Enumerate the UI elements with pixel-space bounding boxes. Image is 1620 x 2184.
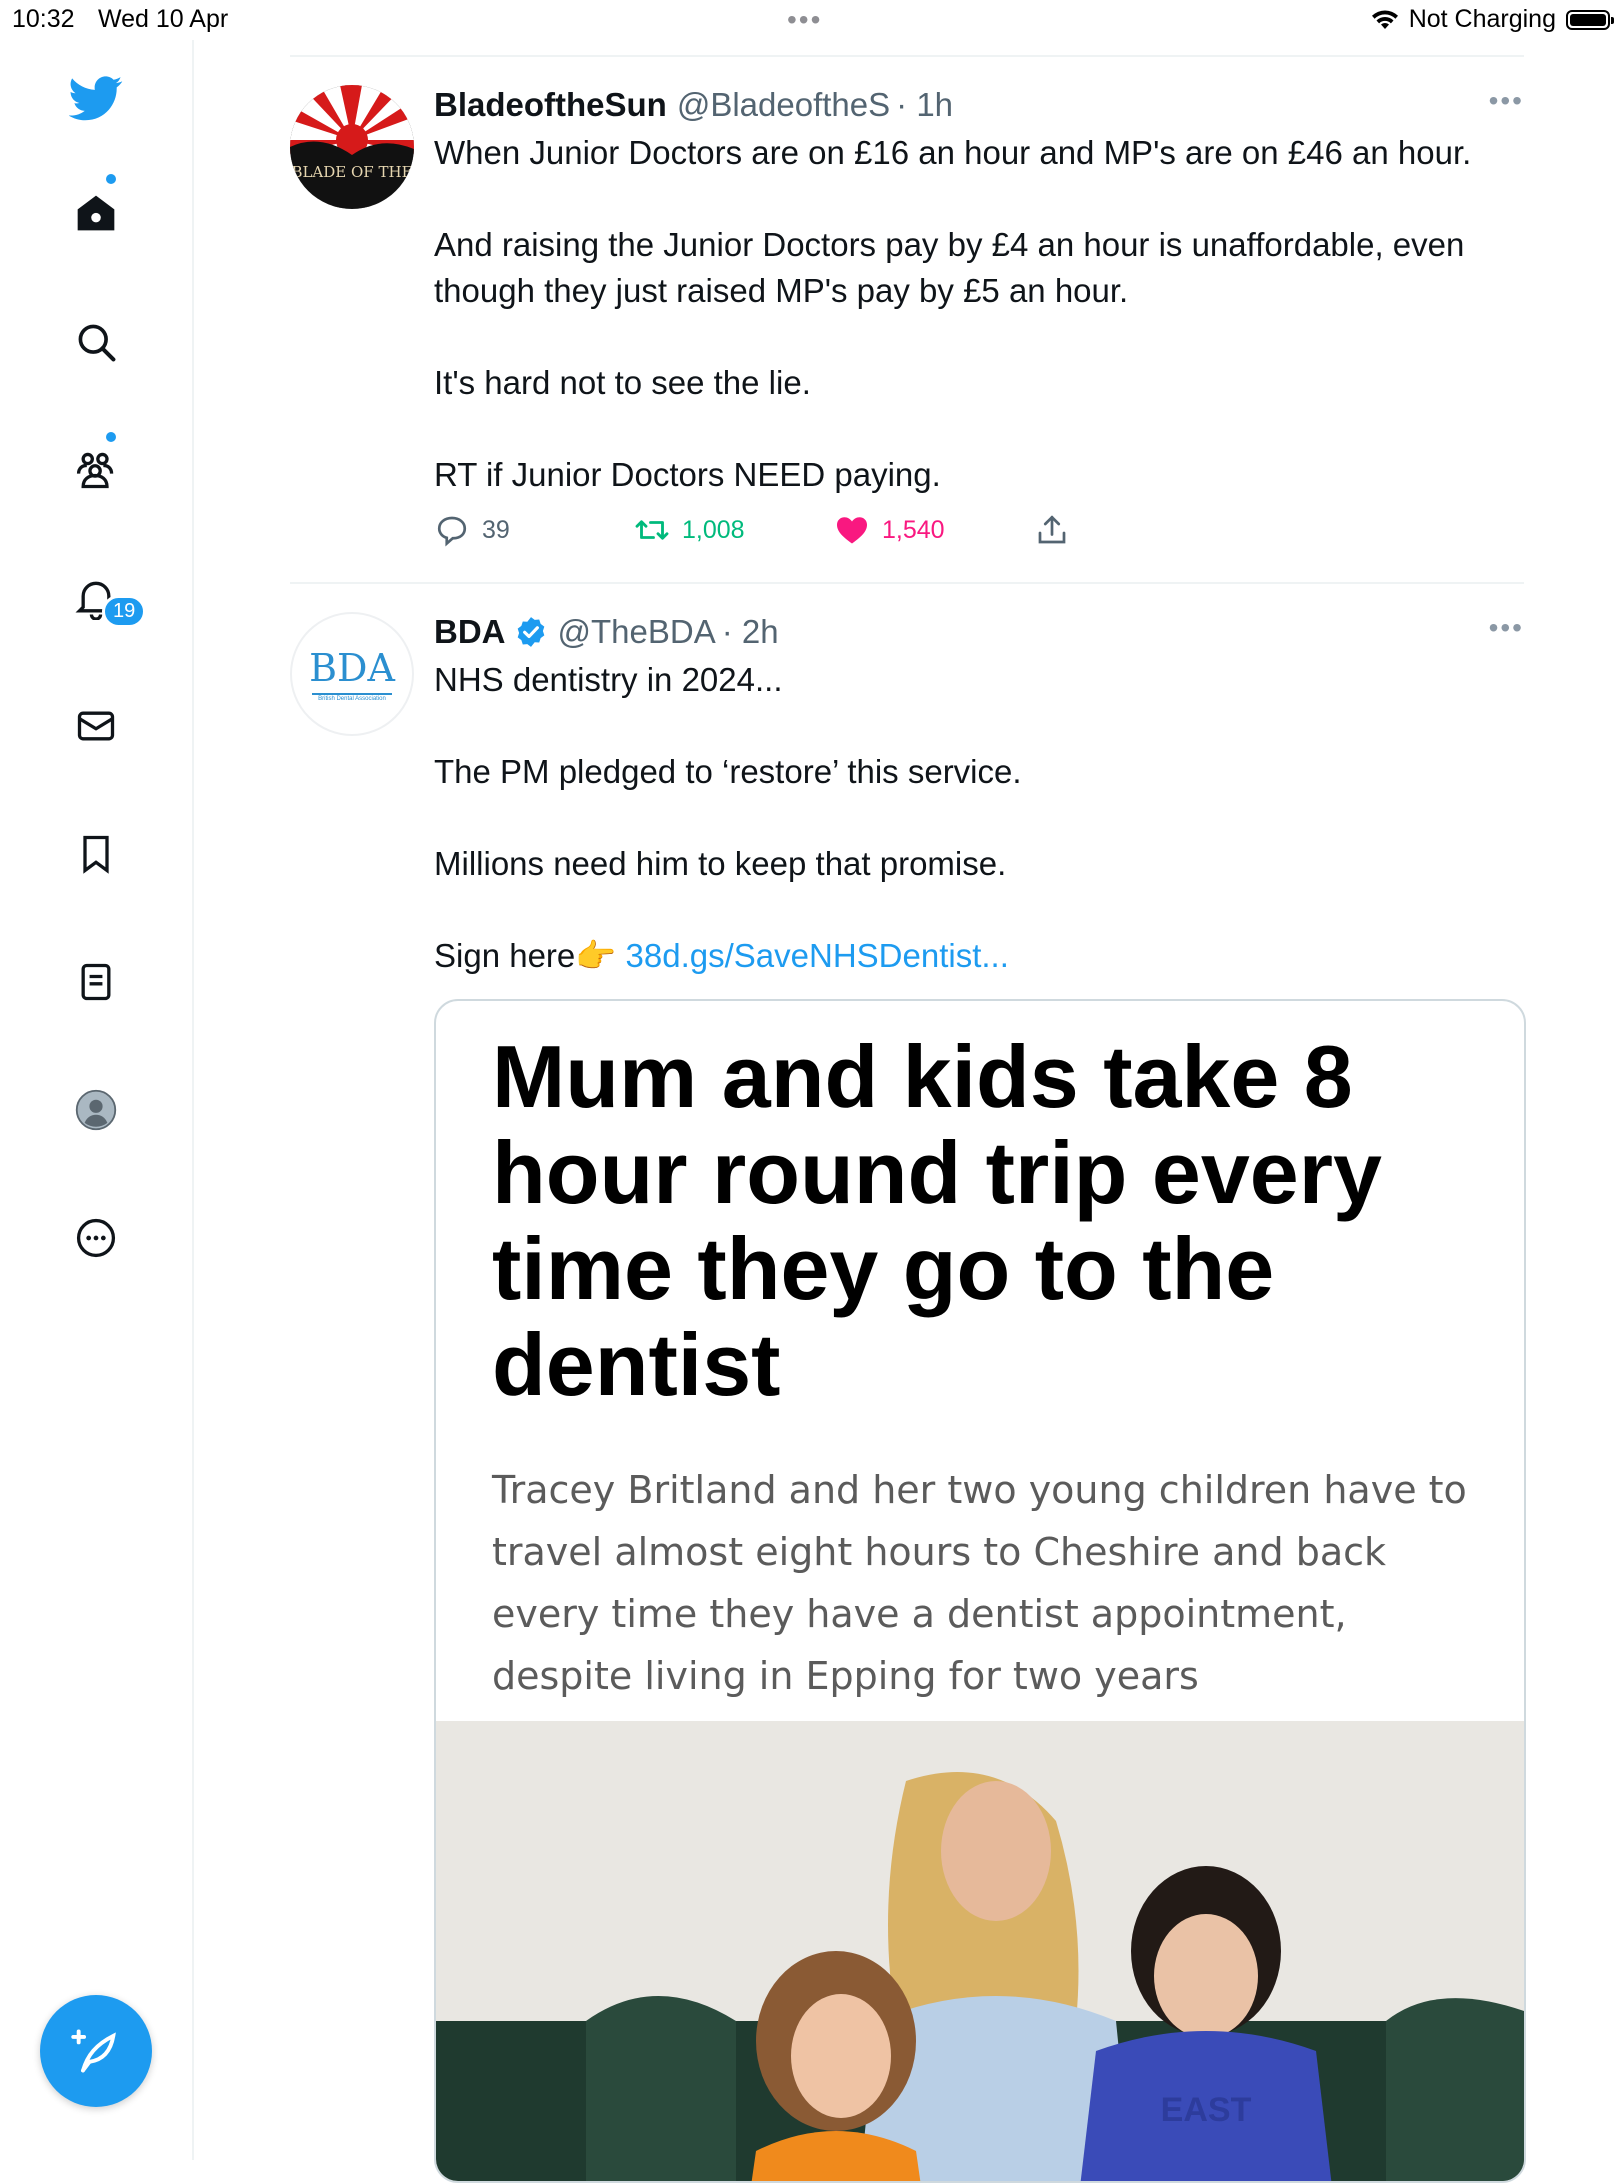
status-date: Wed 10 Apr — [98, 5, 229, 33]
retweet-icon — [635, 520, 669, 540]
reply-icon — [437, 516, 467, 547]
card-summary: Tracey Britland and her two young childr… — [492, 1468, 1467, 1698]
tweet-text: NHS dentistry in 2024... The PM pledged … — [434, 657, 1524, 979]
tweet-paragraph: RT if Junior Doctors NEED paying. — [434, 456, 941, 493]
reply-button[interactable]: 39 — [434, 512, 634, 548]
tweet-paragraph: When Junior Doctors are on £16 an hour a… — [434, 134, 1472, 171]
bda-logo-rule — [312, 693, 392, 695]
tweet-paragraph: It's hard not to see the lie. — [434, 364, 811, 401]
card-headline: Mum and kids take 8 hour round trip ever… — [492, 1027, 1382, 1414]
author-name[interactable]: BladeoftheSun — [434, 85, 667, 125]
shirt-print-text: EAST — [1161, 2091, 1252, 2129]
search-icon[interactable] — [66, 312, 126, 372]
tweet-more-icon[interactable]: ••• — [1489, 612, 1524, 644]
multitasking-dots-icon[interactable]: ••• — [787, 4, 822, 36]
compose-feather-icon — [71, 2029, 116, 2073]
communities-unread-dot — [106, 432, 116, 442]
communities-icon[interactable] — [66, 440, 126, 500]
messages-icon[interactable] — [66, 696, 126, 756]
tweet-paragraph: The PM pledged to ‘restore’ this service… — [434, 753, 1022, 790]
tweet-text: When Junior Doctors are on £16 an hour a… — [434, 130, 1524, 498]
home-unread-dot — [106, 174, 116, 184]
tweet-header: BladeoftheSun @BladeoftheS · 1h — [434, 85, 1524, 125]
heart-filled-icon — [837, 517, 867, 544]
retweet-count: 1,008 — [682, 515, 745, 544]
status-time: 10:32 — [12, 5, 75, 33]
status-right: Not Charging — [1371, 5, 1614, 34]
retweet-button[interactable]: 1,008 — [634, 512, 834, 548]
tweet-more-icon[interactable]: ••• — [1489, 85, 1524, 117]
sidebar: 19 — [0, 40, 194, 2160]
tweet-time[interactable]: · 1h — [896, 85, 953, 125]
like-button[interactable]: 1,540 — [834, 512, 1034, 548]
reply-count: 39 — [482, 515, 510, 544]
tweet-time[interactable]: · 2h — [722, 612, 779, 652]
wifi-icon — [1371, 9, 1398, 29]
bda-logo-text: BDA — [309, 646, 395, 690]
bookmarks-icon[interactable] — [66, 824, 126, 884]
tweet[interactable]: BLADE OF THE BladeoftheSun @BladeoftheS … — [290, 57, 1524, 582]
tweet-paragraph: Millions need him to keep that promise. — [434, 845, 1007, 882]
status-bar: 10:32 Wed 10 Apr ••• Not Charging — [0, 0, 1620, 40]
rising-sun-avatar-image: BLADE OF THE — [290, 85, 414, 209]
compose-tweet-button[interactable] — [40, 1995, 152, 2107]
timeline-feed: BLADE OF THE BladeoftheSun @BladeoftheS … — [290, 55, 1526, 2184]
notifications-badge: 19 — [102, 595, 147, 628]
more-options-icon[interactable] — [66, 1208, 126, 1268]
avatar[interactable]: BDA British Dental Association — [290, 612, 414, 736]
family-photo-image: EAST — [436, 1721, 1524, 2181]
charging-status: Not Charging — [1408, 5, 1556, 33]
sign-text: Sign here — [434, 937, 576, 974]
verified-badge-icon — [517, 617, 544, 647]
tweet-paragraph: And raising the Junior Doctors pay by £4… — [434, 226, 1465, 309]
share-button[interactable] — [1034, 512, 1070, 548]
avatar[interactable]: BLADE OF THE — [290, 85, 414, 209]
card-photo: EAST — [436, 1721, 1524, 2181]
tweet[interactable]: BDA British Dental Association BDA @TheB… — [290, 584, 1526, 2184]
tweet-actions: 39 1,008 1,540 — [434, 512, 1070, 548]
pointing-hand-emoji: 👉 — [575, 937, 617, 974]
profile-avatar-icon[interactable] — [66, 1080, 126, 1140]
bda-logo-subtext: British Dental Association — [318, 696, 386, 702]
tweet-paragraph: Sign here👉 38d.gs/SaveNHSDentist... — [434, 933, 1524, 979]
tweet-body: BladeoftheSun @BladeoftheS · 1h ••• When… — [434, 85, 1524, 498]
battery-icon — [1566, 9, 1614, 30]
author-handle[interactable]: @TheBDA — [558, 612, 716, 652]
author-handle[interactable]: @BladeoftheS — [677, 85, 890, 125]
link-preview-card[interactable]: Mum and kids take 8 hour round trip ever… — [434, 999, 1526, 2183]
twitter-logo-icon[interactable] — [66, 68, 126, 128]
tweet-body: BDA @TheBDA · 2h ••• NHS dentistry in 20… — [434, 612, 1524, 979]
share-icon — [1038, 515, 1066, 544]
avatar-caption: BLADE OF THE — [291, 163, 412, 181]
author-name[interactable]: BDA — [434, 612, 506, 652]
home-icon[interactable] — [66, 183, 126, 243]
tweet-link[interactable]: 38d.gs/SaveNHSDentist... — [626, 937, 1009, 974]
tweet-header: BDA @TheBDA · 2h — [434, 612, 1524, 652]
lists-icon[interactable] — [66, 952, 126, 1012]
like-count: 1,540 — [882, 515, 945, 544]
tweet-paragraph: NHS dentistry in 2024... — [434, 661, 783, 698]
